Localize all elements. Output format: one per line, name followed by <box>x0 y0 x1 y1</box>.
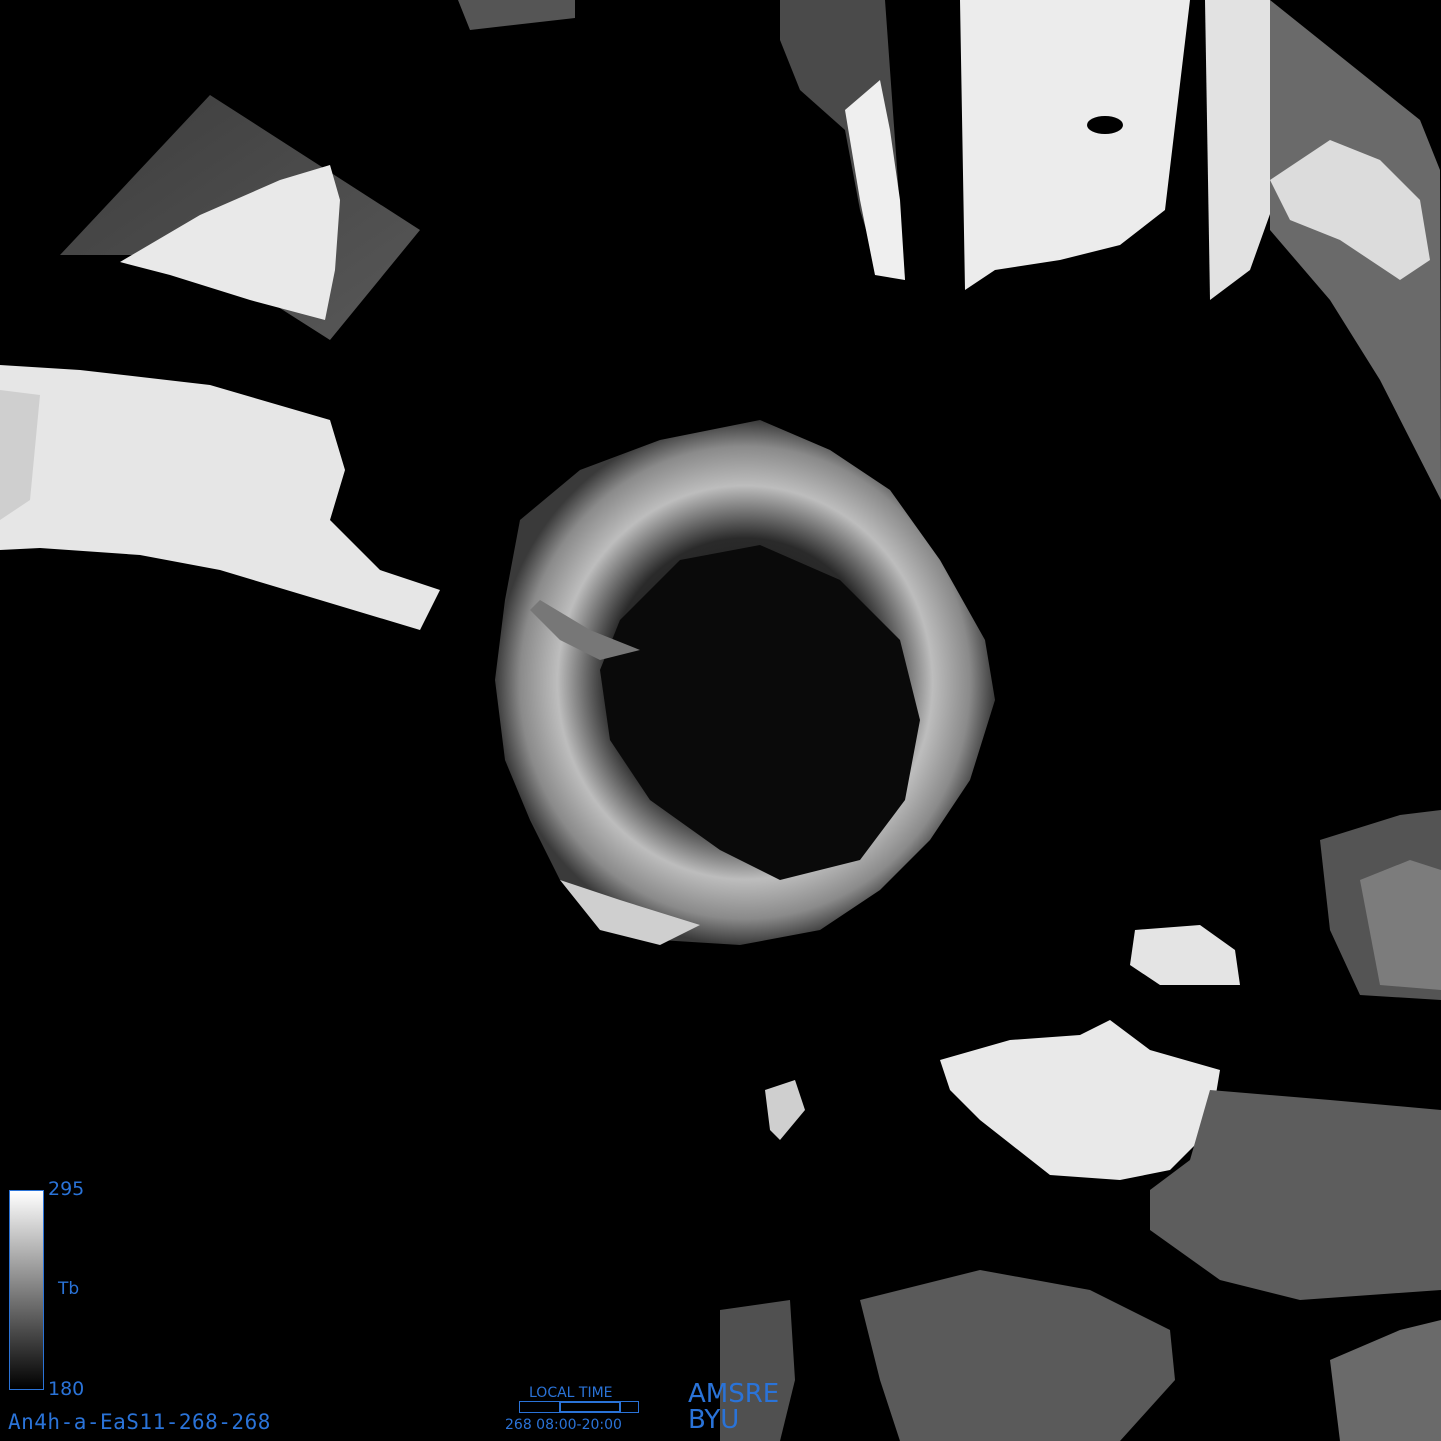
org-label: BYU <box>688 1405 740 1435</box>
product-id: An4h-a-EaS11-268-268 <box>8 1410 271 1434</box>
legend-min-label: 180 <box>48 1378 85 1400</box>
legend-colorbar <box>9 1190 44 1390</box>
legend-variable-label: Tb <box>58 1279 80 1299</box>
swath-top <box>458 0 1441 500</box>
local-time-range: 268 08:00-20:00 <box>505 1417 622 1433</box>
antarctica <box>495 420 995 945</box>
local-time-title: LOCAL TIME <box>529 1385 613 1401</box>
legend-max-label: 295 <box>48 1178 85 1200</box>
brightness-temperature-map <box>0 0 1441 1441</box>
swath-upper-left <box>0 95 440 630</box>
sensor-label: AMSRE <box>688 1379 780 1409</box>
local-time-window <box>559 1401 621 1413</box>
